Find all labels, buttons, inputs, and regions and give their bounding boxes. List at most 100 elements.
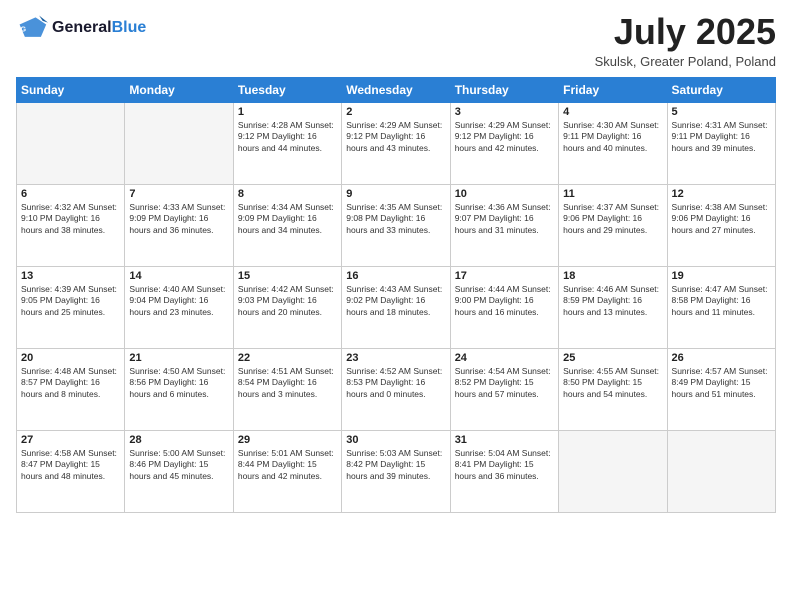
page: G General Blue July 2025 Skulsk, Greater… xyxy=(0,0,792,612)
calendar-day-cell: 16Sunrise: 4:43 AM Sunset: 9:02 PM Dayli… xyxy=(342,266,450,348)
day-number: 27 xyxy=(21,434,120,446)
day-info: Sunrise: 4:35 AM Sunset: 9:08 PM Dayligh… xyxy=(346,202,445,236)
day-number: 9 xyxy=(346,188,445,200)
day-info: Sunrise: 4:55 AM Sunset: 8:50 PM Dayligh… xyxy=(563,366,662,400)
day-info: Sunrise: 4:29 AM Sunset: 9:12 PM Dayligh… xyxy=(346,120,445,154)
calendar-day-cell: 1Sunrise: 4:28 AM Sunset: 9:12 PM Daylig… xyxy=(233,102,341,184)
calendar-week-row: 27 Sunrise: 4:58 AM Sunset: 8:47 PM Dayli… xyxy=(17,430,776,512)
calendar-day-cell: 27 Sunrise: 4:58 AM Sunset: 8:47 PM Dayli… xyxy=(17,430,125,512)
day-number: 17 xyxy=(455,270,554,282)
day-info: Sunrise: 4:39 AM Sunset: 9:05 PM Dayligh… xyxy=(21,284,120,318)
day-number: 11 xyxy=(563,188,662,200)
calendar-day-cell: 20 Sunrise: 4:48 AM Sunset: 8:57 PM Dayli… xyxy=(17,348,125,430)
calendar-day-cell: 6Sunrise: 4:32 AM Sunset: 9:10 PM Daylig… xyxy=(17,184,125,266)
day-info: Sunrise: 4:29 AM Sunset: 9:12 PM Dayligh… xyxy=(455,120,554,154)
calendar-day-cell xyxy=(559,430,667,512)
calendar-day-cell: 7 Sunrise: 4:33 AM Sunset: 9:09 PM Daylig… xyxy=(125,184,233,266)
day-info: Sunrise: 4:34 AM Sunset: 9:09 PM Dayligh… xyxy=(238,202,337,236)
calendar-day-cell: 23 Sunrise: 4:52 AM Sunset: 8:53 PM Dayli… xyxy=(342,348,450,430)
day-number: 10 xyxy=(455,188,554,200)
day-info: Sunrise: 5:03 AM Sunset: 8:42 PM Dayligh… xyxy=(346,448,445,482)
calendar-day-cell: 31Sunrise: 5:04 AM Sunset: 8:41 PM Dayli… xyxy=(450,430,558,512)
day-number: 7 xyxy=(129,188,228,200)
day-number: 29 xyxy=(238,434,337,446)
calendar-day-cell: 29 Sunrise: 5:01 AM Sunset: 8:44 PM Dayli… xyxy=(233,430,341,512)
calendar-day-cell: 18 Sunrise: 4:46 AM Sunset: 8:59 PM Dayli… xyxy=(559,266,667,348)
day-info: Sunrise: 4:51 AM Sunset: 8:54 PM Dayligh… xyxy=(238,366,337,400)
day-number: 8 xyxy=(238,188,337,200)
day-number: 12 xyxy=(672,188,771,200)
calendar-day-cell: 8 Sunrise: 4:34 AM Sunset: 9:09 PM Daylig… xyxy=(233,184,341,266)
day-info: Sunrise: 4:28 AM Sunset: 9:12 PM Dayligh… xyxy=(238,120,337,154)
calendar-day-cell: 24Sunrise: 4:54 AM Sunset: 8:52 PM Dayli… xyxy=(450,348,558,430)
calendar-day-cell: 13Sunrise: 4:39 AM Sunset: 9:05 PM Dayli… xyxy=(17,266,125,348)
calendar-day-header: Monday xyxy=(125,77,233,102)
day-info: Sunrise: 4:50 AM Sunset: 8:56 PM Dayligh… xyxy=(129,366,228,400)
day-info: Sunrise: 4:30 AM Sunset: 9:11 PM Dayligh… xyxy=(563,120,662,154)
logo-general: General xyxy=(52,19,112,37)
day-info: Sunrise: 4:38 AM Sunset: 9:06 PM Dayligh… xyxy=(672,202,771,236)
logo: G General Blue xyxy=(16,12,146,44)
day-number: 20 xyxy=(21,352,120,364)
day-number: 22 xyxy=(238,352,337,364)
calendar-day-cell: 28 Sunrise: 5:00 AM Sunset: 8:46 PM Dayli… xyxy=(125,430,233,512)
calendar-day-cell: 11 Sunrise: 4:37 AM Sunset: 9:06 PM Dayli… xyxy=(559,184,667,266)
calendar-day-cell: 19 Sunrise: 4:47 AM Sunset: 8:58 PM Dayli… xyxy=(667,266,775,348)
day-number: 28 xyxy=(129,434,228,446)
day-number: 14 xyxy=(129,270,228,282)
day-number: 23 xyxy=(346,352,445,364)
calendar-day-cell: 4 Sunrise: 4:30 AM Sunset: 9:11 PM Daylig… xyxy=(559,102,667,184)
calendar-day-cell: 12 Sunrise: 4:38 AM Sunset: 9:06 PM Dayli… xyxy=(667,184,775,266)
calendar-day-cell xyxy=(667,430,775,512)
day-info: Sunrise: 4:44 AM Sunset: 9:00 PM Dayligh… xyxy=(455,284,554,318)
calendar-day-cell xyxy=(125,102,233,184)
day-info: Sunrise: 4:46 AM Sunset: 8:59 PM Dayligh… xyxy=(563,284,662,318)
calendar-week-row: 20 Sunrise: 4:48 AM Sunset: 8:57 PM Dayli… xyxy=(17,348,776,430)
calendar-day-cell xyxy=(17,102,125,184)
day-number: 2 xyxy=(346,106,445,118)
day-number: 18 xyxy=(563,270,662,282)
day-number: 4 xyxy=(563,106,662,118)
calendar-day-header: Wednesday xyxy=(342,77,450,102)
day-info: Sunrise: 4:52 AM Sunset: 8:53 PM Dayligh… xyxy=(346,366,445,400)
calendar-day-cell: 30 Sunrise: 5:03 AM Sunset: 8:42 PM Dayli… xyxy=(342,430,450,512)
day-info: Sunrise: 5:01 AM Sunset: 8:44 PM Dayligh… xyxy=(238,448,337,482)
day-number: 26 xyxy=(672,352,771,364)
calendar-day-cell: 10 Sunrise: 4:36 AM Sunset: 9:07 PM Dayli… xyxy=(450,184,558,266)
calendar-day-cell: 17 Sunrise: 4:44 AM Sunset: 9:00 PM Dayli… xyxy=(450,266,558,348)
calendar-day-header: Saturday xyxy=(667,77,775,102)
location: Skulsk, Greater Poland, Poland xyxy=(595,54,776,69)
day-info: Sunrise: 4:57 AM Sunset: 8:49 PM Dayligh… xyxy=(672,366,771,400)
calendar-day-cell: 3 Sunrise: 4:29 AM Sunset: 9:12 PM Daylig… xyxy=(450,102,558,184)
day-info: Sunrise: 4:47 AM Sunset: 8:58 PM Dayligh… xyxy=(672,284,771,318)
month-title: July 2025 xyxy=(595,12,776,52)
day-info: Sunrise: 4:58 AM Sunset: 8:47 PM Dayligh… xyxy=(21,448,120,482)
day-number: 25 xyxy=(563,352,662,364)
calendar-day-header: Sunday xyxy=(17,77,125,102)
day-info: Sunrise: 4:48 AM Sunset: 8:57 PM Dayligh… xyxy=(21,366,120,400)
day-number: 3 xyxy=(455,106,554,118)
day-number: 31 xyxy=(455,434,554,446)
calendar-day-cell: 26 Sunrise: 4:57 AM Sunset: 8:49 PM Dayli… xyxy=(667,348,775,430)
title-block: July 2025 Skulsk, Greater Poland, Poland xyxy=(595,12,776,69)
day-number: 19 xyxy=(672,270,771,282)
calendar-day-cell: 21 Sunrise: 4:50 AM Sunset: 8:56 PM Dayli… xyxy=(125,348,233,430)
calendar-day-cell: 14Sunrise: 4:40 AM Sunset: 9:04 PM Dayli… xyxy=(125,266,233,348)
day-number: 5 xyxy=(672,106,771,118)
calendar-day-header: Thursday xyxy=(450,77,558,102)
day-info: Sunrise: 4:42 AM Sunset: 9:03 PM Dayligh… xyxy=(238,284,337,318)
day-info: Sunrise: 4:32 AM Sunset: 9:10 PM Dayligh… xyxy=(21,202,120,236)
day-info: Sunrise: 4:31 AM Sunset: 9:11 PM Dayligh… xyxy=(672,120,771,154)
calendar-day-header: Tuesday xyxy=(233,77,341,102)
header: G General Blue July 2025 Skulsk, Greater… xyxy=(16,12,776,69)
day-info: Sunrise: 4:37 AM Sunset: 9:06 PM Dayligh… xyxy=(563,202,662,236)
logo-text: General Blue xyxy=(52,19,146,37)
calendar-day-cell: 25 Sunrise: 4:55 AM Sunset: 8:50 PM Dayli… xyxy=(559,348,667,430)
day-number: 21 xyxy=(129,352,228,364)
day-info: Sunrise: 5:00 AM Sunset: 8:46 PM Dayligh… xyxy=(129,448,228,482)
calendar-week-row: 6Sunrise: 4:32 AM Sunset: 9:10 PM Daylig… xyxy=(17,184,776,266)
day-info: Sunrise: 4:36 AM Sunset: 9:07 PM Dayligh… xyxy=(455,202,554,236)
day-number: 30 xyxy=(346,434,445,446)
day-number: 16 xyxy=(346,270,445,282)
day-info: Sunrise: 4:33 AM Sunset: 9:09 PM Dayligh… xyxy=(129,202,228,236)
